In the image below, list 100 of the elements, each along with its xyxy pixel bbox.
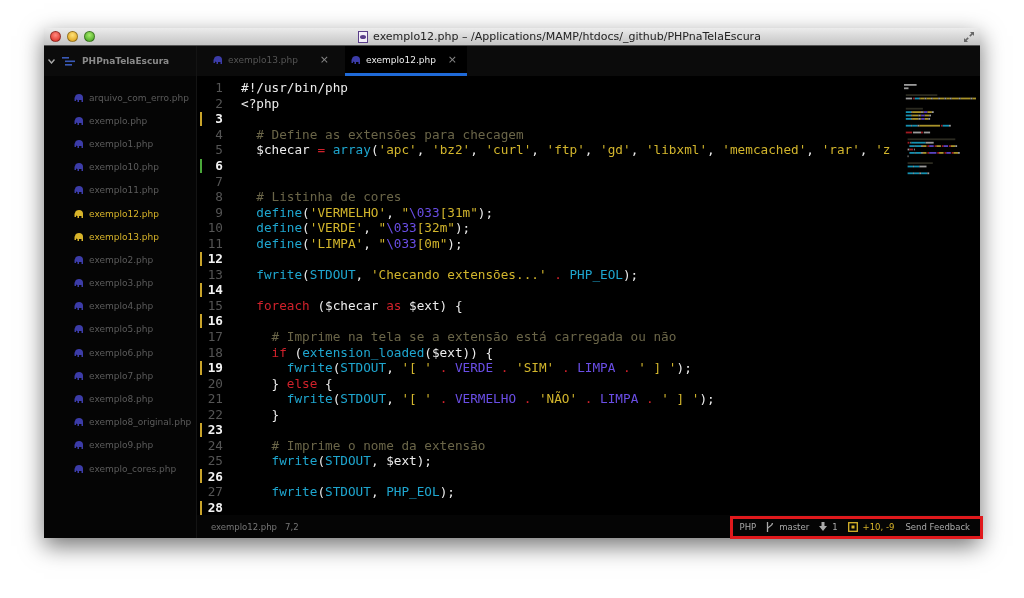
line-number: 5: [214, 142, 224, 158]
file-item[interactable]: exemplo9.php: [44, 433, 196, 457]
file-item[interactable]: exemplo6.php: [44, 341, 196, 365]
line-number: 17: [206, 329, 224, 344]
file-item[interactable]: arquivo_com_erro.php: [44, 86, 196, 110]
code-line: $checar = array('apc', 'bz2', 'curl', 'ftp', 'gd', 'libxml', 'memcached', 'rar', 'z: [255, 142, 891, 158]
editor-tab[interactable]: exemplo12.php ×: [345, 46, 467, 76]
file-item[interactable]: exemplo.php: [44, 109, 196, 133]
line-number: 1: [214, 80, 224, 96]
line-number: 7: [214, 173, 224, 189]
close-button[interactable]: [50, 31, 61, 42]
elephant-icon: [74, 395, 83, 404]
window-title: exemplo12.php – /Applications/MAMP/htdocs/_github/PHPnaTelaEscura: [373, 30, 761, 43]
line-number: 26: [206, 468, 224, 484]
code-line: } else {: [270, 375, 333, 391]
code-line: define('VERDE', "\033[32m");: [255, 220, 471, 236]
file-item[interactable]: exemplo13.php: [44, 225, 196, 249]
line-number: 15: [206, 297, 224, 313]
line-number: 8: [214, 189, 224, 205]
line-number: 22: [206, 406, 224, 422]
cursor-position: 7,2: [285, 521, 299, 532]
file-item[interactable]: exemplo8.php: [44, 387, 196, 411]
elephant-icon: [74, 116, 83, 125]
elephant-icon: [74, 163, 83, 172]
code-line: # Define as extensões para checagem: [255, 126, 524, 142]
line-number: 19: [206, 360, 224, 376]
change-marker: [200, 111, 202, 126]
file-item[interactable]: exemplo3.php: [44, 271, 196, 295]
file-item[interactable]: exemplo2.php: [44, 248, 196, 272]
line-number: 9: [214, 204, 224, 220]
branch-icon: [766, 521, 775, 532]
elephant-icon: [74, 418, 83, 427]
line-number: 16: [206, 313, 224, 329]
code-line: #!/usr/bin/php: [241, 80, 348, 96]
line-number: 25: [206, 453, 224, 469]
diff-icon: [847, 521, 858, 532]
code-line: if (extension_loaded($ext)) {: [270, 344, 494, 360]
elephant-icon: [74, 302, 83, 311]
file-item[interactable]: exemplo_cores.php: [44, 457, 196, 481]
down-arrow-icon: [819, 522, 828, 531]
close-icon[interactable]: ×: [315, 53, 339, 66]
project-name[interactable]: PHPnaTelaEscura: [82, 56, 170, 66]
code-line: fwrite(STDOUT, $ext);: [270, 453, 432, 469]
editor-tab[interactable]: exemplo13.php ×: [207, 46, 339, 76]
repository-icon: [62, 56, 75, 66]
line-number: 28: [206, 500, 224, 515]
elephant-icon: [74, 371, 83, 380]
elephant-icon: [74, 186, 83, 195]
elephant-icon: [351, 55, 360, 64]
line-number: 11: [206, 235, 224, 251]
file-item[interactable]: exemplo5.php: [44, 317, 196, 342]
document-icon: [358, 30, 369, 43]
code-line: # Imprime o nome da extensão: [270, 437, 486, 453]
commits-behind-count[interactable]: 1: [832, 521, 838, 532]
elephant-icon: [74, 325, 83, 334]
grammar-label[interactable]: PHP: [739, 521, 757, 532]
change-marker: [200, 158, 202, 173]
line-number: 10: [206, 220, 224, 236]
change-marker: [200, 313, 202, 328]
line-number: 23: [206, 422, 224, 438]
line-number: 27: [206, 484, 224, 500]
change-marker: [200, 469, 202, 484]
code-line: foreach ($checar as $ext) {: [255, 297, 463, 313]
elephant-icon: [74, 232, 83, 241]
file-item[interactable]: exemplo7.php: [44, 364, 196, 388]
file-item[interactable]: exemplo11.php: [44, 178, 196, 202]
file-item[interactable]: exemplo8_original.php: [44, 410, 196, 434]
file-item[interactable]: exemplo12.php: [44, 201, 196, 226]
line-number: 14: [206, 282, 224, 298]
change-marker: [200, 282, 202, 297]
file-item[interactable]: exemplo1.php: [44, 132, 196, 156]
branch-name[interactable]: master: [779, 521, 810, 532]
close-icon[interactable]: ×: [443, 53, 467, 66]
fullscreen-icon[interactable]: [964, 31, 974, 42]
code-line: define('LIMPA', "\033[0m");: [255, 235, 463, 251]
line-number: 18: [206, 344, 224, 360]
change-marker: [200, 251, 202, 266]
file-item[interactable]: exemplo10.php: [44, 155, 196, 179]
code-line: fwrite(STDOUT, 'Checando extensões...' . PHP_EOL);: [255, 266, 639, 282]
zoom-button[interactable]: [84, 31, 95, 42]
elephant-icon: [74, 464, 83, 473]
file-item[interactable]: exemplo4.php: [44, 294, 196, 318]
line-number: 4: [214, 126, 224, 142]
change-marker: [200, 500, 202, 515]
minimize-button[interactable]: [67, 31, 78, 42]
elephant-icon: [74, 255, 83, 264]
diff-count[interactable]: +10, -9: [862, 521, 895, 532]
code-line: # Imprime na tela se a extensão está carregada ou não: [270, 329, 677, 344]
line-number: 21: [206, 391, 224, 407]
caret-icon[interactable]: [48, 58, 55, 64]
line-number: 20: [206, 375, 224, 391]
elephant-icon: [74, 441, 83, 450]
elephant-icon: [74, 139, 83, 148]
line-number: 12: [206, 251, 224, 267]
line-number: 24: [206, 437, 224, 453]
code-line: <?php: [241, 95, 280, 111]
elephant-icon: [213, 55, 222, 64]
feedback-link[interactable]: Send Feedback: [905, 521, 970, 532]
code-line: fwrite(STDOUT, '[ ' . VERDE . 'SIM' . LIMPA . ' ] ');: [285, 360, 692, 376]
elephant-icon: [74, 279, 83, 288]
